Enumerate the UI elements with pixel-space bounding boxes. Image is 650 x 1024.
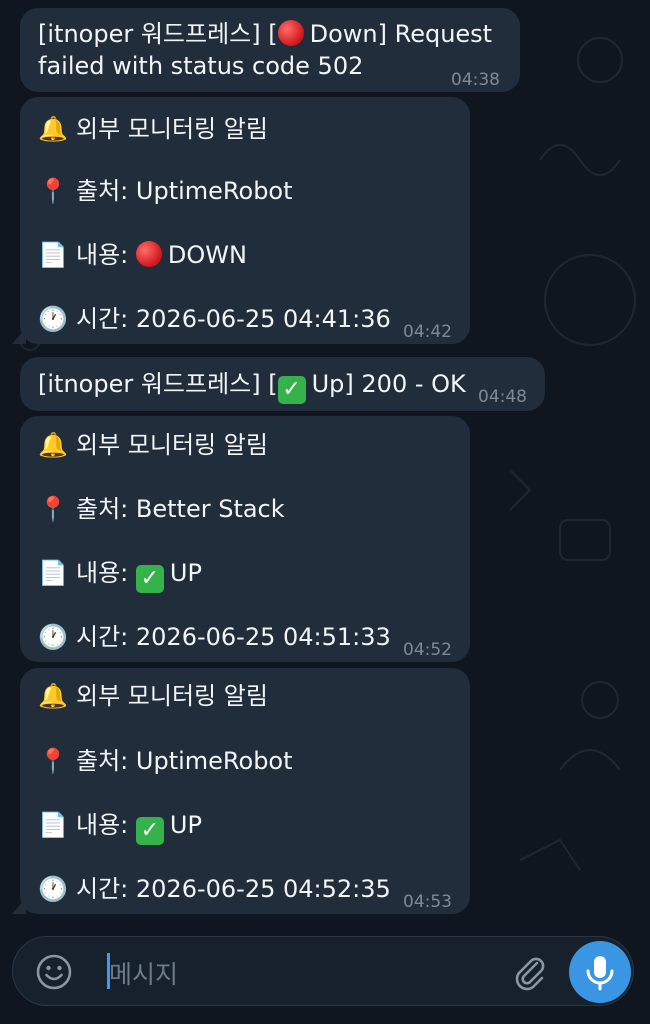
document-icon: 📄 [38, 811, 68, 839]
alert-content-line: 📄 내용: ✓ UP [38, 559, 202, 593]
bubble-tail [12, 898, 26, 914]
check-mark-icon: ✓ [135, 817, 164, 845]
emoji-icon[interactable] [35, 953, 73, 991]
clock-icon: 🕐 [38, 875, 68, 903]
message-bubble[interactable]: [itnoper 워드프레스] [✓ Up] 200 - OK 04:48 [20, 357, 545, 411]
clock-icon: 🕐 [38, 623, 68, 651]
check-mark-icon: ✓ [277, 376, 306, 404]
pin-icon: 📍 [38, 747, 68, 775]
message-bubble[interactable]: 🔔 외부 모니터링 알림 📍 출처: Better Stack 📄 내용: ✓ UP 🕐… [20, 416, 470, 662]
message-list[interactable]: [itnoper 워드프레스] [Down] Request failed wi… [0, 0, 650, 930]
alert-source-line: 📍 출처: UptimeRobot [38, 177, 293, 205]
message-text: [itnoper 워드프레스] [Down] Request [38, 20, 493, 48]
bell-icon: 🔔 [38, 431, 68, 459]
bell-icon: 🔔 [38, 115, 68, 143]
alert-title-line: 🔔 외부 모니터링 알림 [38, 115, 268, 143]
alert-source-line: 📍 출처: UptimeRobot [38, 747, 293, 775]
message-bubble[interactable]: [itnoper 워드프레스] [Down] Request failed wi… [20, 8, 520, 92]
red-circle-icon [277, 20, 304, 46]
alert-time-line: 🕐 시간: 2026-06-25 04:51:33 [38, 623, 391, 651]
message-input[interactable]: 메시지 [109, 955, 178, 991]
message-text: [itnoper 워드프레스] [✓ Up] 200 - OK [38, 370, 466, 404]
message-time: 04:52 [403, 640, 452, 660]
alert-title-line: 🔔 외부 모니터링 알림 [38, 431, 268, 459]
bell-icon: 🔔 [38, 682, 68, 710]
message-time: 04:42 [403, 322, 452, 342]
red-circle-icon [135, 241, 162, 267]
alert-source-line: 📍 출처: Better Stack [38, 495, 285, 523]
message-time: 04:38 [451, 70, 500, 90]
alert-title-line: 🔔 외부 모니터링 알림 [38, 682, 268, 710]
message-text-line2: failed with status code 502 [38, 52, 364, 80]
alert-time-line: 🕐 시간: 2026-06-25 04:52:35 [38, 875, 391, 903]
message-time: 04:53 [403, 892, 452, 912]
paperclip-icon[interactable] [509, 951, 549, 991]
voice-record-button[interactable] [569, 941, 631, 1003]
message-bubble[interactable]: 🔔 외부 모니터링 알림 📍 출처: UptimeRobot 📄 내용: ✓ UP 🕐 시… [12, 668, 470, 914]
check-mark-icon: ✓ [135, 565, 164, 593]
pin-icon: 📍 [38, 177, 68, 205]
alert-content-line: 📄 내용: DOWN [38, 241, 247, 269]
alert-content-line: 📄 내용: ✓ UP [38, 811, 202, 845]
document-icon: 📄 [38, 241, 68, 269]
alert-time-line: 🕐 시간: 2026-06-25 04:41:36 [38, 305, 391, 333]
document-icon: 📄 [38, 559, 68, 587]
message-composer: 메시지 [12, 936, 634, 1006]
bubble-tail [12, 328, 26, 344]
message-time: 04:48 [478, 387, 527, 407]
message-bubble[interactable]: 🔔 외부 모니터링 알림 📍 출처: UptimeRobot 📄 내용: DOWN 🕐… [12, 97, 470, 344]
microphone-icon [586, 956, 614, 991]
clock-icon: 🕐 [38, 305, 68, 333]
pin-icon: 📍 [38, 495, 68, 523]
